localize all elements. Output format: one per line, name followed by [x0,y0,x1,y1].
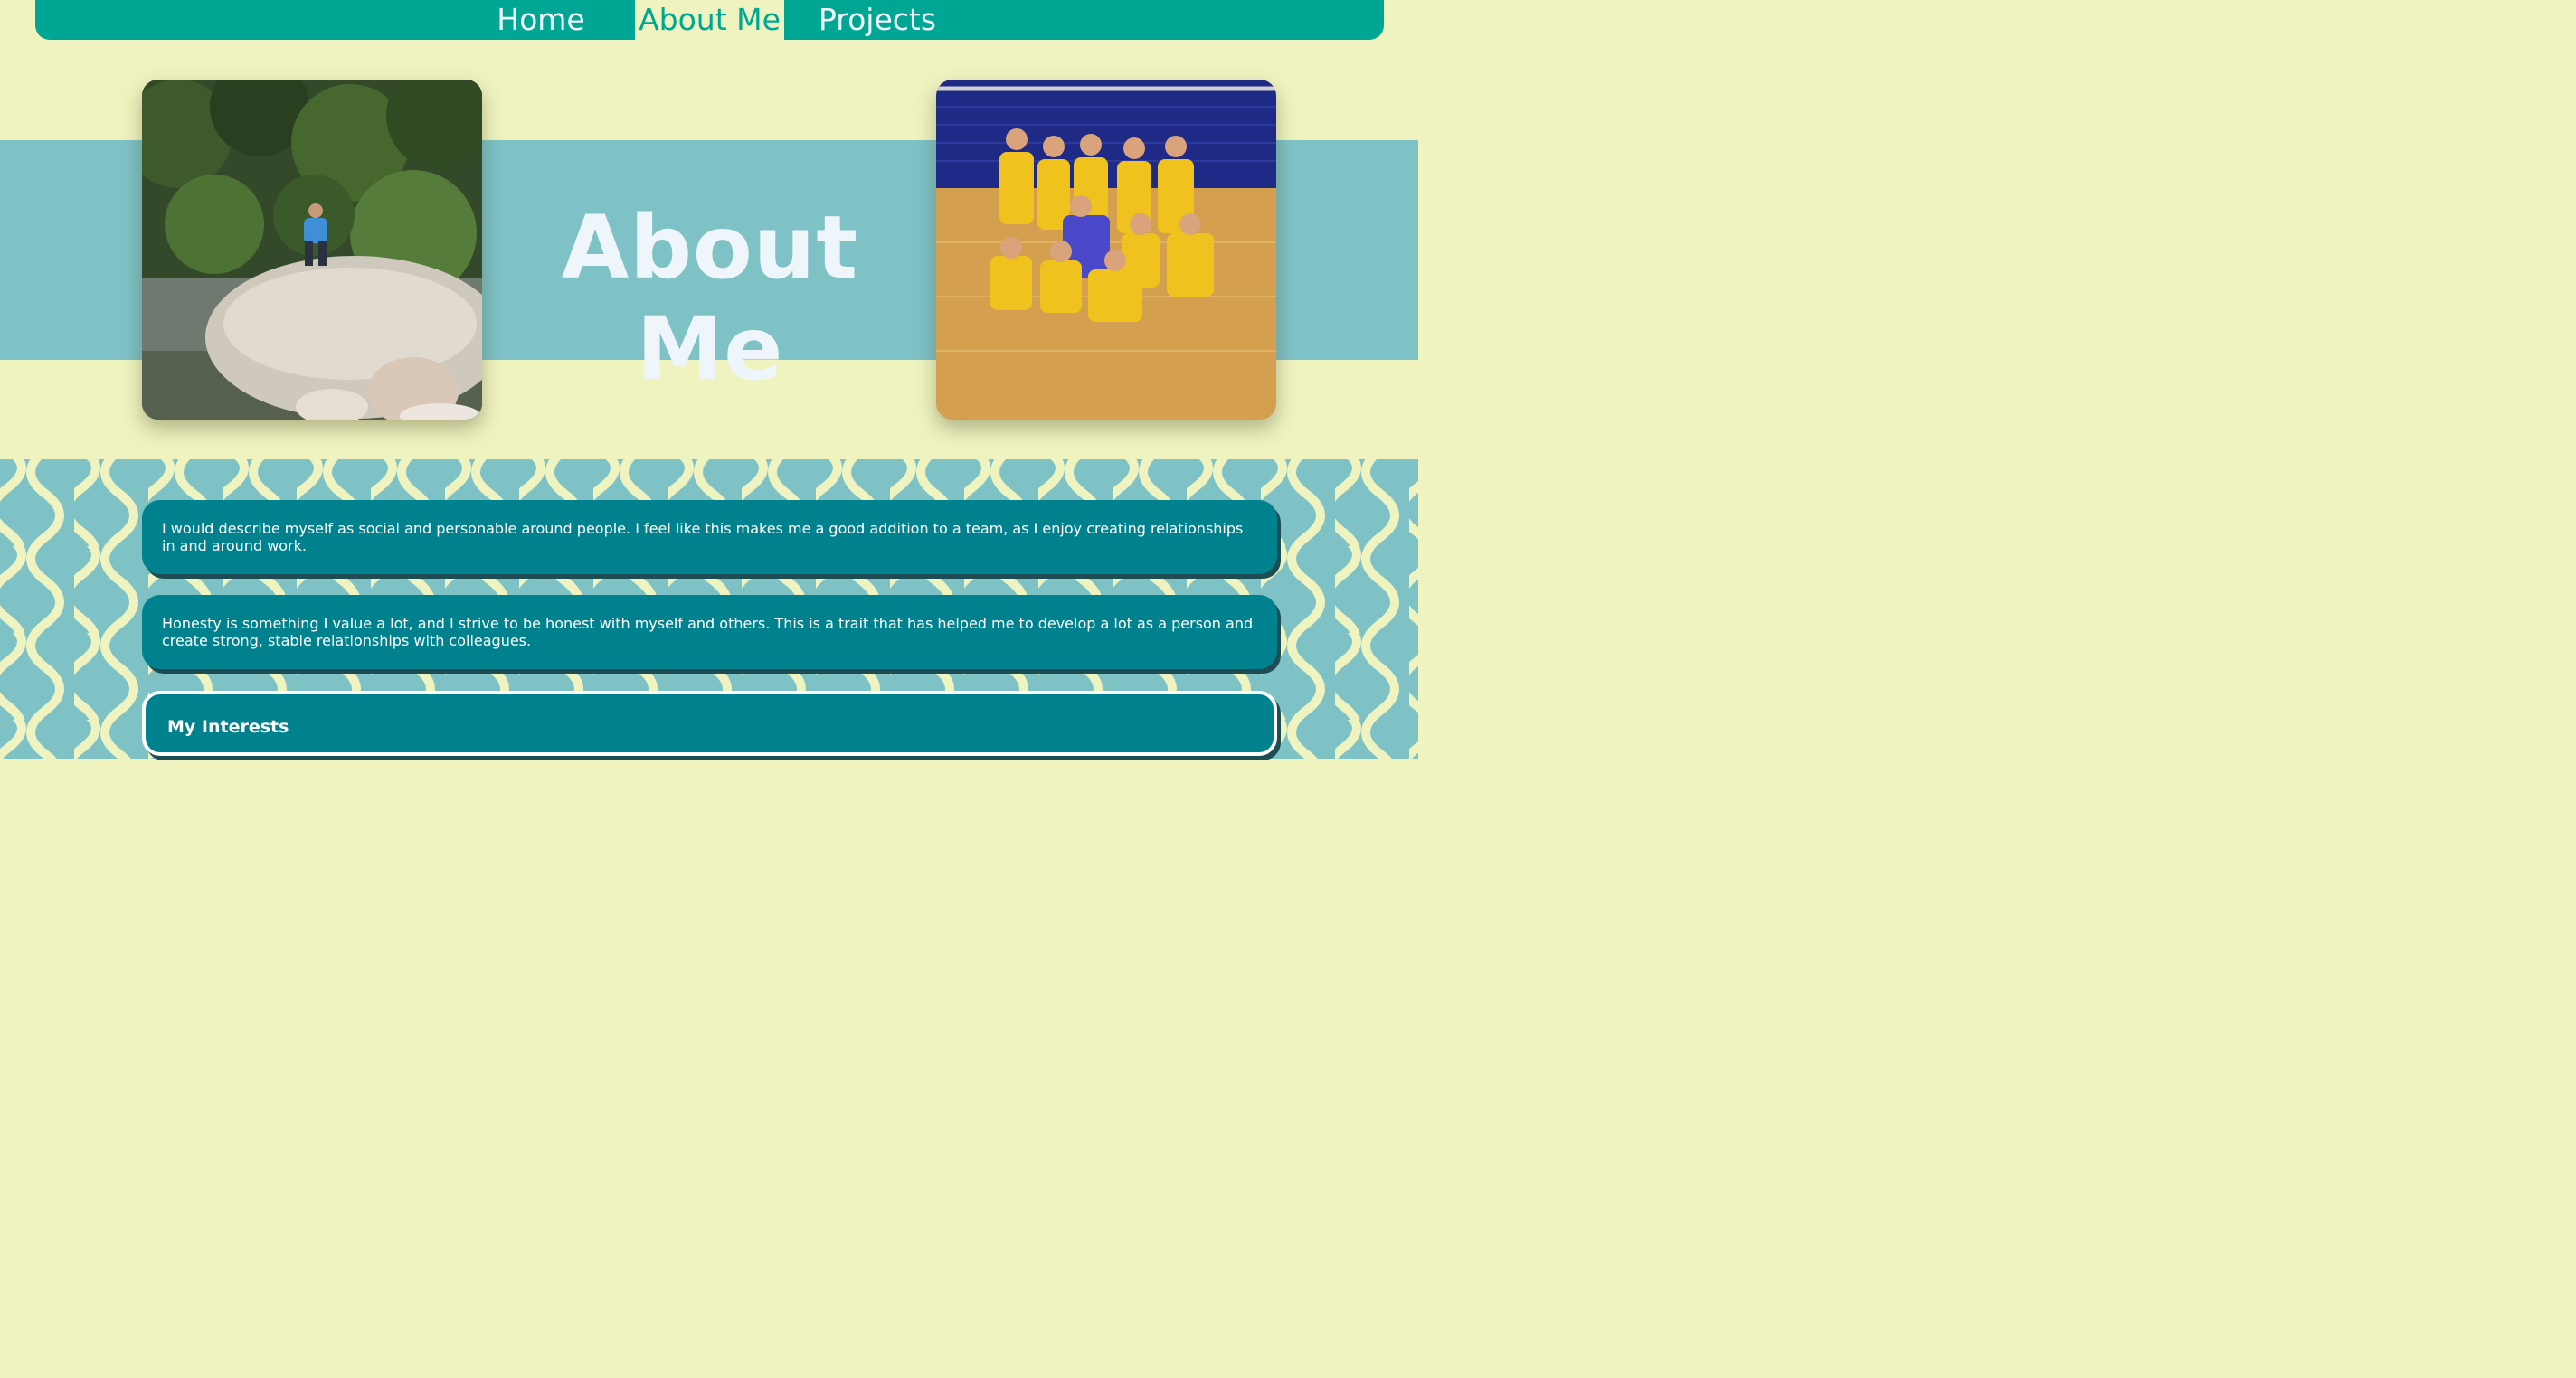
nav-tab-projects[interactable]: Projects [815,0,940,40]
top-navbar: Home About Me Projects [35,0,1384,40]
page-title: About Me [561,197,859,400]
nav-tab-about-me[interactable]: About Me [635,0,784,40]
about-card-honesty: Honesty is something I value a lot, and … [142,595,1277,669]
photo-volleyball-team [936,80,1276,420]
interests-heading: My Interests [167,717,289,737]
interests-accordion[interactable]: My Interests [142,691,1277,756]
photo-person-on-rock [142,80,482,420]
nav-tab-home[interactable]: Home [488,0,594,40]
about-card-personality: I would describe myself as social and pe… [142,500,1277,574]
about-card-text: I would describe myself as social and pe… [162,520,1244,554]
about-card-text: Honesty is something I value a lot, and … [162,615,1254,649]
